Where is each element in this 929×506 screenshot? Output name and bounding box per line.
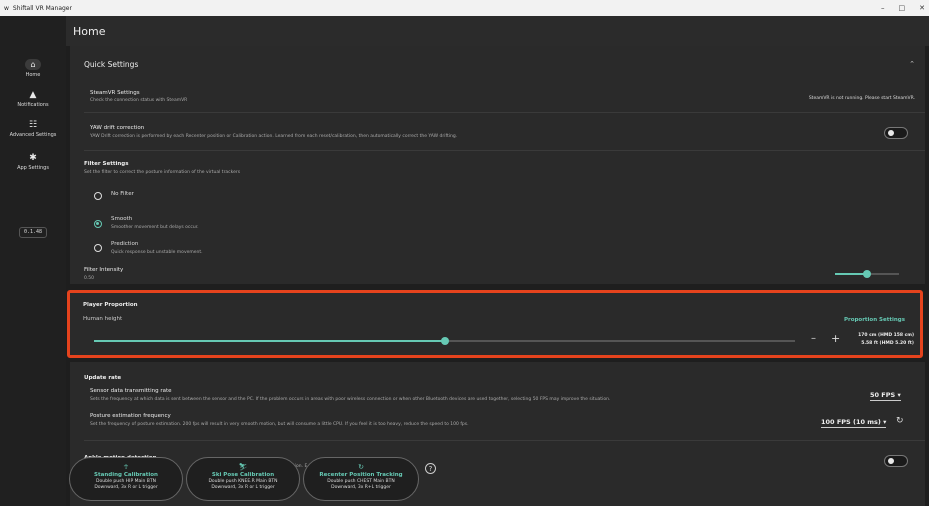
yaw-title: YAW drift correction [90, 125, 145, 131]
radio-no-filter[interactable] [94, 192, 102, 200]
version-badge: 0.1.48 [19, 227, 47, 238]
steamvr-status: SteamVR is not running. Please start Ste… [808, 96, 915, 101]
height-decrease-button[interactable]: – [811, 333, 816, 344]
height-value-cm: 170 cm (HMD 158 cm) [858, 333, 914, 338]
radio-smooth-desc: Smoother movement but delays occur. [111, 225, 199, 230]
posture-frequency-select[interactable]: 100 FPS (10 ms) ▾ [821, 418, 887, 428]
ankle-toggle[interactable] [884, 455, 908, 467]
sliders-icon: ☷ [28, 120, 38, 130]
chevron-down-icon: ▾ [883, 418, 887, 426]
close-button[interactable]: ✕ [919, 4, 925, 12]
float-button-line: Downward, 3x R or L trigger [94, 485, 158, 490]
refresh-icon[interactable]: ↻ [896, 416, 904, 426]
standing-calibration-button[interactable]: ☥ Standing Calibration Double push HIP M… [69, 457, 183, 501]
float-button-title: Ski Pose Calibration [211, 472, 275, 478]
transmit-rate-title: Sensor data transmitting rate [90, 388, 172, 394]
maximize-button[interactable]: □ [899, 4, 906, 12]
divider [84, 150, 925, 151]
window-title: Shiftall VR Manager [12, 4, 72, 12]
steamvr-title: SteamVR Settings [90, 90, 140, 96]
sidebar-item-notifications[interactable]: ▲ Notifications [0, 90, 66, 108]
transmit-rate-value: 50 FPS [870, 391, 896, 399]
radio-prediction-desc: Quick response but unstable movement. [111, 250, 203, 255]
posture-frequency-value: 100 FPS (10 ms) [821, 418, 881, 426]
minimize-button[interactable]: – [881, 4, 885, 12]
transmit-rate-subtitle: Sets the frequency at which data is sent… [90, 397, 611, 402]
radio-prediction[interactable] [94, 244, 102, 252]
recenter-icon: ↻ [358, 463, 364, 471]
float-button-line: Downward, 3x R+L trigger [331, 485, 391, 490]
height-slider-thumb[interactable] [441, 337, 449, 345]
gear-icon: ✱ [29, 153, 37, 163]
home-icon: ⌂ [25, 59, 41, 70]
ski-icon: ⛷ [238, 463, 248, 471]
app-logo-icon: ᴡ [4, 4, 9, 12]
height-value-ft: 5.58 ft (HMD 5.20 ft) [861, 341, 914, 346]
collapse-chevron-icon[interactable]: ⌃ [909, 60, 915, 68]
sidebar-item-label: Home [25, 72, 41, 78]
height-increase-button[interactable]: + [831, 332, 840, 345]
float-button-line: Downward, 3x R or L trigger [211, 485, 275, 490]
sidebar-item-app-settings[interactable]: ✱ App Settings [0, 153, 66, 171]
divider [84, 440, 925, 441]
ski-pose-calibration-button[interactable]: ⛷ Ski Pose Calibration Double push KNEE.… [186, 457, 300, 501]
posture-frequency-title: Posture estimation frequency [90, 413, 171, 419]
chevron-down-icon: ▾ [897, 391, 901, 399]
sidebar: ⌂ Home ▲ Notifications ☷ Advanced Settin… [0, 16, 66, 506]
yaw-subtitle: YAW Drift correction is performed by eac… [90, 134, 458, 139]
update-rate-title: Update rate [84, 375, 122, 381]
yaw-toggle[interactable] [884, 127, 908, 139]
posture-frequency-subtitle: Set the frequency of posture estimation.… [90, 422, 469, 427]
filter-subtitle: Set the filter to correct the posture in… [84, 170, 241, 175]
transmit-rate-select[interactable]: 50 FPS ▾ [870, 391, 901, 401]
human-height-label: Human height [83, 316, 123, 322]
radio-smooth[interactable] [94, 220, 102, 228]
sidebar-item-label: App Settings [17, 165, 49, 171]
player-proportion-title: Player Proportion [83, 302, 138, 308]
bell-icon: ▲ [29, 90, 37, 100]
sidebar-item-home[interactable]: ⌂ Home [0, 59, 66, 78]
height-slider-fill [94, 340, 445, 342]
filter-intensity-thumb[interactable] [863, 270, 871, 278]
sidebar-item-label: Notifications [17, 102, 49, 108]
window-titlebar: ᴡ Shiftall VR Manager – □ ✕ [0, 0, 929, 16]
main-content: Quick Settings ⌃ SteamVR Settings Check … [66, 46, 929, 506]
sidebar-item-advanced-settings[interactable]: ☷ Advanced Settings [0, 120, 66, 138]
float-button-title: Recenter Position Tracking [319, 472, 403, 478]
steamvr-subtitle: Check the connection status with SteamVR [90, 98, 188, 103]
filter-intensity-label: Filter Intensity [84, 267, 124, 273]
float-button-title: Standing Calibration [94, 472, 158, 478]
sidebar-item-label: Advanced Settings [9, 132, 57, 138]
radio-no-filter-label: No Filter [111, 191, 134, 197]
person-icon: ☥ [123, 463, 129, 471]
help-icon[interactable]: ? [425, 463, 436, 474]
filter-intensity-value: 0.50 [84, 276, 95, 281]
quick-settings-card: Quick Settings ⌃ SteamVR Settings Check … [70, 46, 925, 284]
recenter-position-button[interactable]: ↻ Recenter Position Tracking Double push… [303, 457, 419, 501]
quick-settings-title: Quick Settings [84, 60, 139, 69]
proportion-settings-link[interactable]: Proportion Settings [844, 317, 905, 323]
radio-prediction-label: Prediction [111, 241, 139, 247]
page-title: Home [73, 24, 106, 38]
radio-smooth-label: Smooth [111, 216, 133, 222]
page-header: Home [66, 16, 929, 46]
divider [84, 112, 925, 113]
filter-title: Filter Settings [84, 161, 129, 167]
player-proportion-panel: Player Proportion Human height Proportio… [67, 290, 923, 358]
